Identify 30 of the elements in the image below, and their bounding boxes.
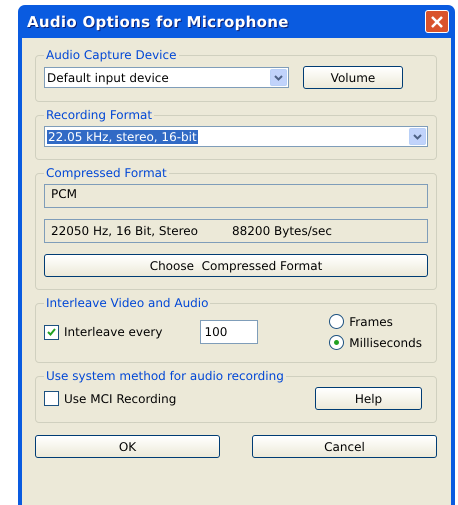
group-label: Compressed Format: [45, 166, 168, 180]
radio-label: Milliseconds: [349, 336, 422, 350]
dialog-button[interactable]: OK: [35, 435, 220, 458]
format-dropdown[interactable]: 22.05 kHz, stereo, 16-bit: [44, 126, 428, 147]
close-button[interactable]: [425, 10, 449, 33]
check-icon: [47, 328, 56, 336]
help-button[interactable]: Help: [315, 387, 422, 410]
radio-label: Frames: [349, 314, 393, 328]
choose-format-button[interactable]: Choose Compressed Format: [44, 254, 428, 277]
checkbox-label: Use MCI Recording: [64, 392, 176, 406]
group-label: Interleave Video and Audio: [45, 296, 210, 310]
group-label: Use system method for audio recording: [45, 369, 285, 383]
device-dropdown[interactable]: Default input device: [44, 67, 289, 88]
dialog-button[interactable]: Cancel: [252, 435, 437, 458]
radio-button[interactable]: [329, 314, 344, 329]
chevron-down-icon: [274, 74, 283, 80]
close-icon: [431, 16, 443, 28]
volume-button[interactable]: Volume: [303, 66, 403, 89]
radio-button[interactable]: [329, 335, 344, 350]
byte-rate: 88200 Bytes/sec: [232, 224, 332, 238]
group-label: Recording Format: [45, 108, 154, 122]
mci-checkbox[interactable]: [44, 391, 59, 406]
chevron-down-icon: [413, 134, 422, 140]
window-title: Audio Options for Microphone: [27, 12, 289, 30]
format-details: 22050 Hz, 16 Bit, Stereo: [51, 224, 198, 238]
format-name-field: PCM: [44, 184, 428, 208]
interval-input[interactable]: 100: [200, 320, 258, 344]
group-label: Audio Capture Device: [45, 48, 178, 62]
checkbox-label: Interleave every: [64, 325, 162, 339]
interleave-checkbox[interactable]: [44, 324, 59, 340]
